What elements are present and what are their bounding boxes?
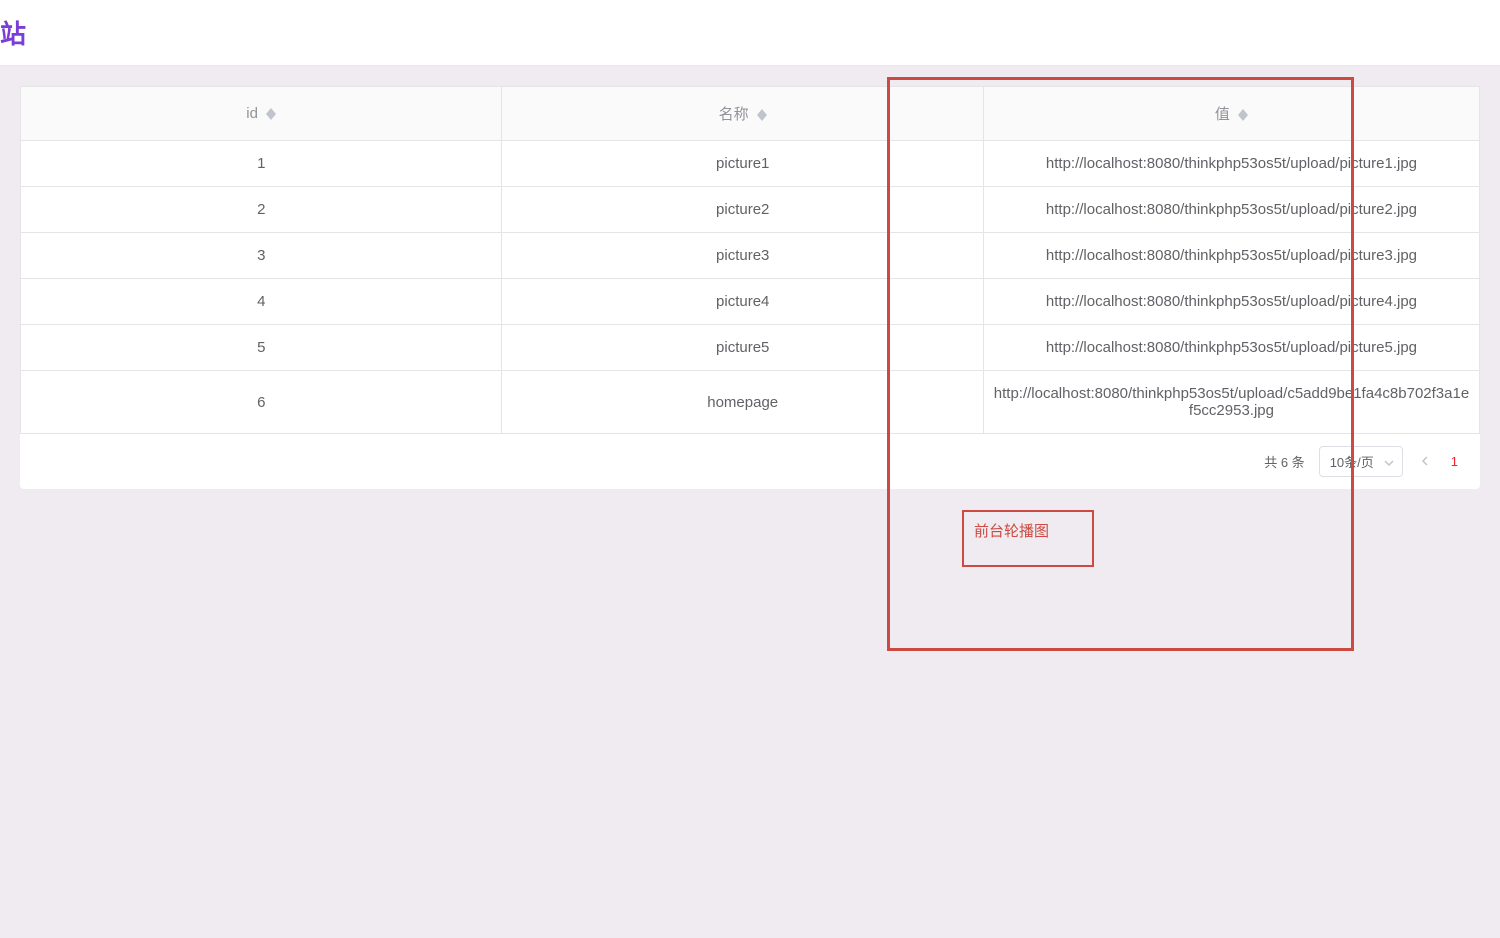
- cell-name: picture5: [502, 325, 983, 371]
- column-label: 值: [1215, 106, 1230, 123]
- column-header-value[interactable]: 值: [983, 87, 1479, 141]
- cell-name: picture4: [502, 279, 983, 325]
- cell-value: http://localhost:8080/thinkphp53os5t/upl…: [983, 371, 1479, 434]
- sort-icon[interactable]: [757, 109, 767, 121]
- pagination: 共 6 条 10条/页 1: [20, 434, 1480, 489]
- column-label: id: [246, 105, 258, 122]
- cell-id: 6: [21, 371, 502, 434]
- table-row[interactable]: 2 picture2 http://localhost:8080/thinkph…: [21, 187, 1480, 233]
- chevron-down-icon: [1384, 454, 1394, 469]
- pagination-prev[interactable]: [1417, 454, 1433, 469]
- content-area: id 名称 值: [0, 66, 1500, 509]
- sort-icon[interactable]: [266, 108, 276, 120]
- page-header: 站: [0, 0, 1500, 66]
- cell-name: picture2: [502, 187, 983, 233]
- page-size-label: 10条/页: [1330, 452, 1374, 471]
- cell-id: 5: [21, 325, 502, 371]
- cell-value: http://localhost:8080/thinkphp53os5t/upl…: [983, 141, 1479, 187]
- cell-id: 4: [21, 279, 502, 325]
- page-title: 站: [0, 14, 1500, 51]
- table-body: 1 picture1 http://localhost:8080/thinkph…: [21, 141, 1480, 434]
- table-row[interactable]: 3 picture3 http://localhost:8080/thinkph…: [21, 233, 1480, 279]
- pagination-total: 共 6 条: [1264, 452, 1304, 471]
- column-label: 名称: [719, 106, 749, 123]
- cell-value: http://localhost:8080/thinkphp53os5t/upl…: [983, 187, 1479, 233]
- column-header-id[interactable]: id: [21, 87, 502, 141]
- cell-name: picture1: [502, 141, 983, 187]
- table-header-row: id 名称 值: [21, 87, 1480, 141]
- table-row[interactable]: 4 picture4 http://localhost:8080/thinkph…: [21, 279, 1480, 325]
- sort-icon[interactable]: [1238, 109, 1248, 121]
- cell-id: 2: [21, 187, 502, 233]
- cell-value: http://localhost:8080/thinkphp53os5t/upl…: [983, 325, 1479, 371]
- pagination-page-1[interactable]: 1: [1447, 454, 1462, 469]
- annotation-label-box: 前台轮播图: [962, 510, 1094, 567]
- table-card: id 名称 值: [20, 86, 1480, 489]
- page-size-select[interactable]: 10条/页: [1319, 446, 1403, 477]
- cell-value: http://localhost:8080/thinkphp53os5t/upl…: [983, 279, 1479, 325]
- cell-name: picture3: [502, 233, 983, 279]
- table-row[interactable]: 5 picture5 http://localhost:8080/thinkph…: [21, 325, 1480, 371]
- table-row[interactable]: 1 picture1 http://localhost:8080/thinkph…: [21, 141, 1480, 187]
- data-table: id 名称 值: [20, 86, 1480, 434]
- column-header-name[interactable]: 名称: [502, 87, 983, 141]
- cell-value: http://localhost:8080/thinkphp53os5t/upl…: [983, 233, 1479, 279]
- cell-id: 3: [21, 233, 502, 279]
- annotation-label-text: 前台轮播图: [974, 523, 1049, 540]
- cell-id: 1: [21, 141, 502, 187]
- cell-name: homepage: [502, 371, 983, 434]
- table-row[interactable]: 6 homepage http://localhost:8080/thinkph…: [21, 371, 1480, 434]
